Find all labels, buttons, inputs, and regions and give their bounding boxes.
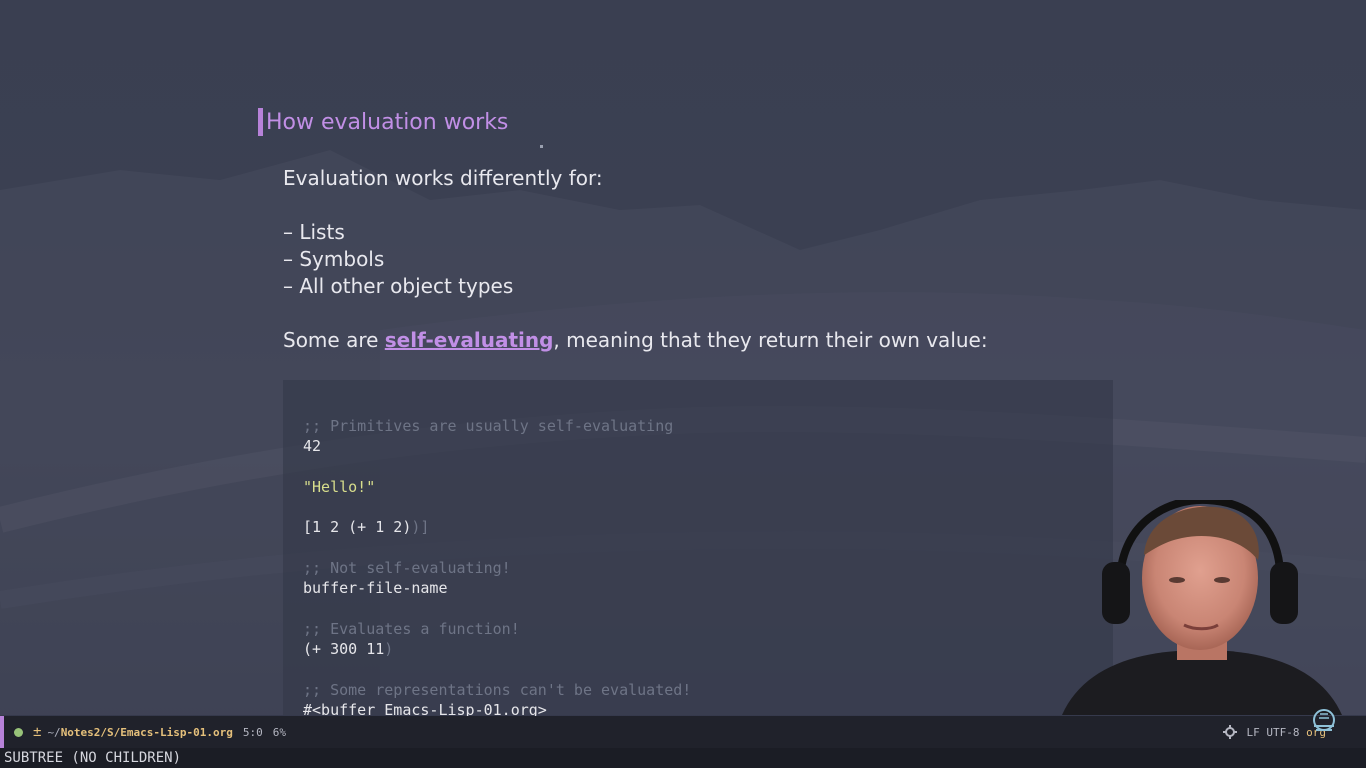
encoding-text: LF UTF-8 — [1246, 725, 1300, 739]
path-file: Notes2/S/Emacs-Lisp-01.org — [60, 725, 233, 739]
code-vector-main: [1 2 (+ 1 2) — [303, 518, 412, 536]
code-buffer-repr: #<buffer Emacs-Lisp-01.org> — [303, 701, 547, 716]
heading-accent-bar — [258, 108, 263, 136]
code-comment-not-self: ;; Not self-evaluating! — [303, 559, 511, 577]
code-comment-function: ;; Evaluates a function! — [303, 620, 520, 638]
heading-text: How evaluation works — [266, 109, 509, 135]
mouse-pointer — [540, 145, 543, 148]
self-evaluating-link[interactable]: self-evaluating — [385, 328, 554, 352]
code-vector: [1 2 (+ 1 2))] — [303, 518, 429, 536]
code-function-close: ) — [384, 640, 394, 658]
channel-logo-icon — [1313, 709, 1335, 731]
minibuffer-message: SUBTREE (NO CHILDREN) — [0, 748, 1366, 768]
path-prefix: ~/ — [47, 725, 61, 739]
code-comment-representations: ;; Some representations can't be evaluat… — [303, 681, 692, 699]
gear-icon[interactable] — [1222, 725, 1237, 739]
code-function-main: (+ 300 11 — [303, 640, 385, 658]
webcam-presenter — [1062, 500, 1342, 715]
plus-minus-icon: ± — [33, 724, 42, 740]
code-vector-close: )] — [411, 518, 430, 536]
code-number: 42 — [303, 437, 322, 455]
cursor-position: 5:0 — [242, 725, 263, 739]
slide-heading: How evaluation works — [258, 108, 508, 136]
self-eval-suffix: , meaning that they return their own val… — [553, 328, 988, 352]
circle-icon — [14, 727, 23, 737]
intro-text: Evaluation works differently for: — [283, 166, 603, 190]
self-eval-prefix: Some are — [283, 328, 385, 352]
buffer-percent: 6% — [272, 725, 286, 739]
code-comment-primitives: ;; Primitives are usually self-evaluatin… — [303, 417, 674, 435]
mode-line-accent — [0, 716, 4, 748]
code-string: "Hello!" — [303, 478, 376, 496]
mode-line: ± ~/Notes2/S/Emacs-Lisp-01.org 5:0 6% LF… — [0, 716, 1366, 748]
code-function-call: (+ 300 11) — [303, 640, 393, 658]
list-item-symbols: – Symbols — [283, 247, 385, 271]
code-symbol: buffer-file-name — [303, 579, 448, 597]
list-item-other: – All other object types — [283, 274, 514, 298]
buffer-file-path[interactable]: ~/Notes2/S/Emacs-Lisp-01.org — [47, 726, 232, 739]
self-eval-paragraph: Some are self-evaluating, meaning that t… — [283, 328, 988, 352]
list-item-lists: – Lists — [283, 220, 345, 244]
